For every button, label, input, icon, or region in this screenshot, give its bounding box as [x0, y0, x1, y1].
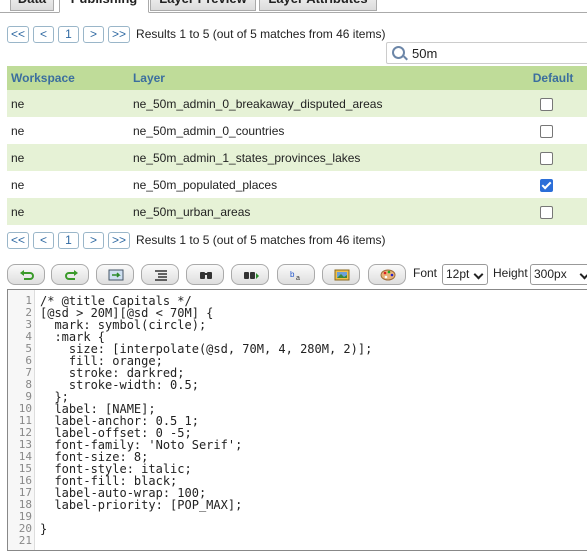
layer-cell[interactable]: ne_50m_admin_1_states_provinces_lakes — [128, 144, 529, 171]
font-size-select[interactable]: 12pt — [442, 264, 488, 285]
layer-cell[interactable]: ne_50m_admin_0_countries — [128, 117, 529, 144]
reformat-button[interactable] — [141, 264, 179, 285]
color-text-icon: ba — [290, 270, 300, 281]
prev-page-button[interactable]: < — [33, 231, 55, 249]
go-to-line-button[interactable] — [96, 264, 134, 285]
page-1-button[interactable]: 1 — [58, 231, 80, 249]
layer-cell[interactable]: ne_50m_populated_places — [128, 171, 529, 198]
svg-text:b: b — [290, 270, 295, 279]
layers-table: Workspace Layer Default ne ne_50m_admin_0… — [7, 66, 587, 225]
tab-bar: Data Publishing Layer Preview Layer Attr… — [0, 0, 587, 13]
line-number: 21 — [18, 534, 32, 547]
pager-top: << < 1 > >> Results 1 to 5 (out of 5 mat… — [7, 24, 385, 44]
default-cell — [528, 198, 587, 225]
undo-button[interactable] — [7, 264, 45, 285]
pager-info: Results 1 to 5 (out of 5 matches from 46… — [136, 233, 386, 247]
go-to-line-icon — [108, 269, 124, 281]
find-button[interactable] — [186, 264, 224, 285]
workspace-cell: ne — [7, 171, 129, 198]
workspace-cell: ne — [7, 117, 129, 144]
reformat-icon — [155, 270, 167, 281]
table-row[interactable]: ne ne_50m_urban_areas — [7, 198, 587, 225]
replace-button[interactable] — [231, 264, 269, 285]
default-checkbox[interactable] — [539, 124, 553, 138]
tab-layer-preview[interactable]: Layer Preview — [150, 0, 256, 11]
column-header-layer[interactable]: Layer — [128, 66, 529, 90]
first-page-button[interactable]: << — [7, 25, 30, 43]
svg-text:a: a — [296, 275, 300, 281]
first-page-button[interactable]: << — [7, 231, 30, 249]
editor-height-select[interactable]: 300px — [530, 264, 587, 285]
style-code-editor[interactable]: 1 2 3 4 5 6 7 8 9 10 11 12 13 14 15 16 17 18 19 20 21 /* @ti… — [7, 289, 587, 551]
table-row[interactable]: ne ne_50m_admin_0_countries — [7, 117, 587, 144]
layer-cell[interactable]: ne_50m_urban_areas — [128, 198, 529, 225]
default-cell — [528, 117, 587, 144]
code-line[interactable]: } — [40, 523, 47, 535]
undo-icon — [20, 270, 34, 280]
tab-layer-attributes[interactable]: Layer Attributes — [259, 0, 377, 11]
page-1-button[interactable]: 1 — [58, 25, 80, 43]
search-icon — [392, 46, 405, 59]
font-label: Font — [413, 266, 438, 280]
insert-image-button[interactable] — [322, 264, 360, 285]
default-cell — [528, 171, 587, 198]
workspace-cell: ne — [7, 90, 129, 117]
find-icon — [200, 272, 212, 279]
color-picker-button[interactable] — [368, 264, 406, 285]
redo-button[interactable] — [51, 264, 89, 285]
replace-icon — [244, 272, 259, 279]
image-icon — [334, 269, 350, 281]
workspace-cell: ne — [7, 198, 129, 225]
table-row[interactable]: ne ne_50m_populated_places — [7, 171, 587, 198]
tab-data[interactable]: Data — [10, 0, 54, 11]
search-value: 50m — [412, 46, 438, 61]
default-checkbox[interactable] — [539, 97, 553, 111]
next-page-button[interactable]: > — [83, 25, 105, 43]
color-text-button[interactable]: ba — [277, 264, 315, 285]
tab-publishing[interactable]: Publishing — [59, 0, 149, 13]
last-page-button[interactable]: >> — [108, 231, 131, 249]
table-row[interactable]: ne ne_50m_admin_1_states_provinces_lakes — [7, 144, 587, 171]
code-line[interactable]: label-priority: [POP_MAX]; — [40, 499, 242, 511]
prev-page-button[interactable]: < — [33, 25, 55, 43]
workspace-cell: ne — [7, 144, 129, 171]
default-checkbox[interactable] — [539, 151, 553, 165]
layer-cell[interactable]: ne_50m_admin_0_breakaway_disputed_areas — [128, 90, 529, 117]
pager-bottom: << < 1 > >> Results 1 to 5 (out of 5 mat… — [7, 230, 385, 250]
column-header-workspace[interactable]: Workspace — [7, 66, 129, 90]
redo-icon — [65, 270, 78, 280]
palette-icon — [380, 269, 396, 281]
height-label: Height — [493, 266, 528, 280]
search-input[interactable]: 50m — [386, 42, 587, 64]
column-header-default[interactable]: Default — [528, 66, 587, 90]
last-page-button[interactable]: >> — [108, 25, 131, 43]
pager-info: Results 1 to 5 (out of 5 matches from 46… — [136, 27, 386, 41]
table-row[interactable]: ne ne_50m_admin_0_breakaway_disputed_area… — [7, 90, 587, 117]
default-cell — [528, 90, 587, 117]
default-checkbox[interactable] — [539, 178, 553, 192]
line-number-gutter: 1 2 3 4 5 6 7 8 9 10 11 12 13 14 15 16 17 18 19 20 21 — [8, 290, 35, 550]
default-checkbox[interactable] — [539, 205, 553, 219]
editor-toolbar: ba Font 12pt Height 300px — [7, 264, 587, 286]
next-page-button[interactable]: > — [83, 231, 105, 249]
default-cell — [528, 144, 587, 171]
